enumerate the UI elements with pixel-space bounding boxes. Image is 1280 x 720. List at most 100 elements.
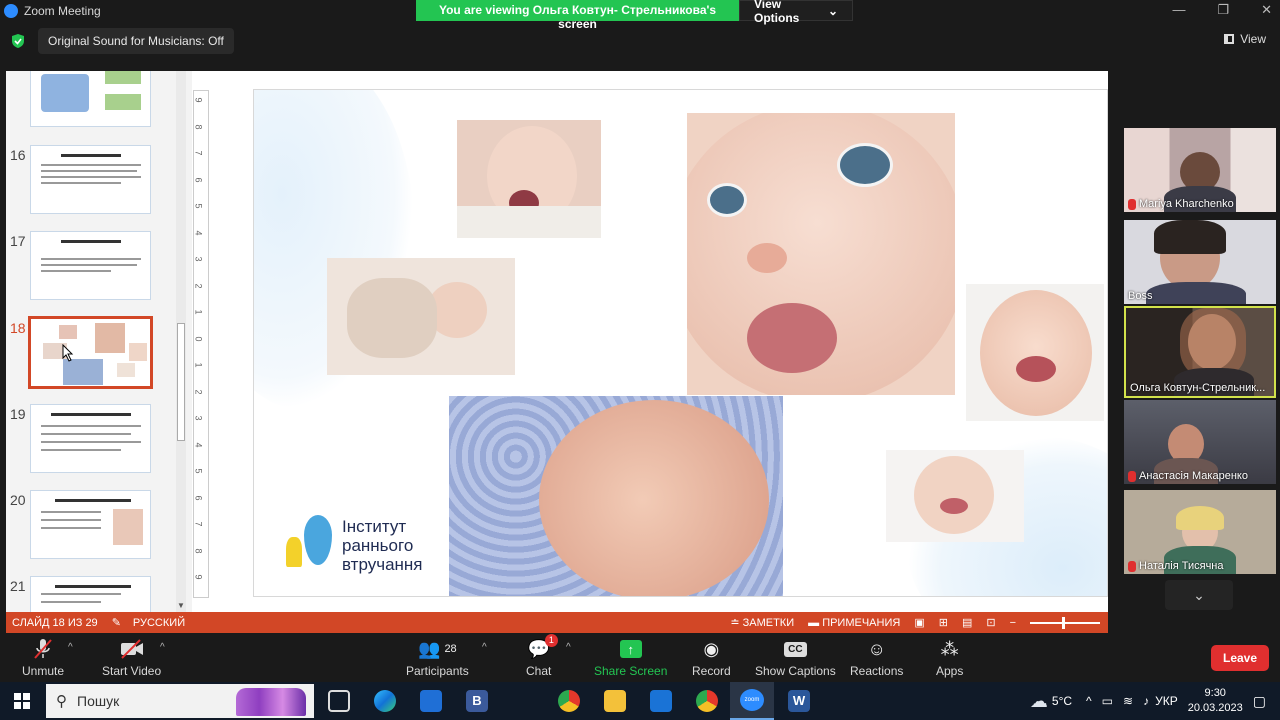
view-button[interactable]: View [1224,32,1266,46]
windows-start-icon[interactable] [14,693,30,709]
baby-photo-tongue [687,113,955,395]
taskbar-clock[interactable]: 9:30 20.03.2023 [1188,686,1243,716]
gallery-next-button[interactable]: ⌄ [1165,580,1233,610]
reading-view-icon[interactable]: ▤ [962,616,972,629]
zoom-out-icon[interactable]: − [1010,617,1016,629]
participants-icon: 👥 28 [418,638,457,659]
participant-tile[interactable]: Анастасія Макаренко [1124,400,1276,484]
apps-button[interactable]: ⁂ Apps [936,638,963,679]
spellcheck-icon[interactable]: ✎ [112,616,121,629]
unmute-button[interactable]: Unmute [22,638,64,678]
ruler-number: 2 [193,388,204,395]
muted-mic-icon [1128,470,1136,482]
baby-photo-laughing [966,284,1104,421]
thumb-text-line [41,511,101,513]
original-sound-button[interactable]: Original Sound for Musicians: Off [38,28,234,54]
ms-store-icon[interactable] [420,690,442,712]
language-indicator[interactable]: РУССКИЙ [133,617,185,629]
slide-thumbnail[interactable]: 16 [6,145,176,217]
slideshow-icon[interactable]: ⊡ [986,616,995,629]
scrollbar-thumb[interactable] [177,323,185,441]
search-highlight-flowers-icon [236,688,306,716]
start-video-button[interactable]: Start Video [102,638,161,678]
participants-options-caret[interactable]: ^ [482,642,487,653]
slide-thumbnail[interactable]: 20 [6,490,176,562]
notifications-icon[interactable]: ▢ [1253,693,1266,710]
zoom-taskbar-item[interactable]: zoom [730,682,774,720]
wifi-icon[interactable]: ≋ [1123,694,1133,708]
ruler-number: 2 [193,282,204,289]
slide-canvas: Інститут раннього втручання [253,89,1108,597]
show-captions-button[interactable]: CC Show Captions [755,638,836,678]
comments-button[interactable]: ▬ ПРИМЕЧАНИЯ [808,617,900,629]
task-view-icon[interactable] [328,690,350,712]
chat-options-caret[interactable]: ^ [566,642,571,653]
record-button[interactable]: ◉ Record [692,638,731,679]
close-icon[interactable]: ✕ [1261,2,1272,18]
record-icon: ◉ [703,638,720,659]
share-screen-button[interactable]: ↑ Share Screen [594,638,667,678]
ruler-number: 7 [193,150,204,156]
chat-button[interactable]: 💬 1 Chat [526,634,558,678]
participant-tile[interactable]: Mariya Kharchenko [1124,128,1276,212]
app-b-icon[interactable]: B [466,690,488,712]
slide-thumbnail[interactable]: 21 [6,576,176,612]
thumb-text-line [41,170,137,172]
thumb-text-line [41,164,141,166]
leave-button[interactable]: Leave [1211,645,1269,671]
slide-number: 21 [10,578,26,594]
taskbar-search-box[interactable]: ⚲ Пошук [46,684,314,718]
record-label: Record [692,664,731,678]
participant-tile-active[interactable]: Ольга Ковтун-Стрельник... [1124,306,1276,398]
slide-number: 16 [10,147,26,163]
reactions-button[interactable]: ☺ Reactions [850,638,903,679]
slide-thumbnail[interactable] [6,71,176,143]
slide-thumbnail-preview [30,231,151,300]
participant-tile[interactable]: Наталія Тисячна [1124,490,1276,574]
video-options-caret[interactable]: ^ [160,642,165,653]
weather-cloud-icon[interactable]: ☁ [1030,691,1048,712]
view-options-button[interactable]: View Options ⌄ [739,0,853,25]
battery-icon[interactable]: ▭ [1102,694,1113,708]
shield-icon[interactable] [12,34,24,48]
participant-name: Ольга Ковтун-Стрельник... [1130,382,1265,394]
scroll-down-icon[interactable]: ▼ [177,601,185,610]
thumb-text-line [41,258,141,260]
slide-thumbnail-active[interactable]: 18 [6,316,176,390]
slide-thumbnail-preview [30,145,151,214]
restore-icon[interactable]: ❐ [1217,2,1229,18]
slide-thumbnail[interactable]: 17 [6,231,176,303]
file-explorer-icon[interactable] [604,690,626,712]
chrome-profile-icon[interactable] [696,690,718,712]
temperature[interactable]: 5°C [1052,694,1072,708]
chrome-icon[interactable] [558,690,580,712]
thumb-text-line [41,425,141,427]
slide-thumbnail[interactable]: 19 [6,404,176,476]
word-icon[interactable]: W [788,690,810,712]
chevron-down-icon: ⌄ [827,3,838,18]
logo-drop-shape [304,515,332,565]
chat-label: Chat [526,664,552,678]
viewing-banner-text: You are viewing Ольга Ковтун- Стрельнико… [416,0,739,31]
audio-options-caret[interactable]: ^ [68,642,73,653]
thumb-shape [105,94,141,110]
minimize-icon[interactable]: — [1172,2,1185,18]
thumb-title-line [51,413,131,416]
edge-browser-icon[interactable] [374,690,396,712]
thumbnails-scrollbar[interactable]: ▼ [176,71,186,612]
tray-overflow-icon[interactable]: ^ [1086,694,1092,708]
participant-tile[interactable]: Boss [1124,220,1276,304]
ruler-number: 1 [193,309,204,315]
mail-icon[interactable] [650,690,672,712]
notes-button[interactable]: ≐ ЗАМЕТКИ [730,616,794,629]
participants-button[interactable]: 👥 28 Participants [406,638,469,679]
ruler-number: 3 [193,256,204,262]
slide-sorter-icon[interactable]: ⊞ [939,616,948,629]
ruler-number: 0 [193,335,204,342]
keyboard-language[interactable]: УКР [1155,694,1178,708]
notes-label: ЗАМЕТКИ [742,617,795,629]
normal-view-icon[interactable]: ▣ [914,616,924,629]
zoom-slider[interactable] [1030,616,1100,629]
volume-icon[interactable]: ♪ [1143,694,1149,708]
statusbar-right: ≐ ЗАМЕТКИ ▬ ПРИМЕЧАНИЯ ▣ ⊞ ▤ ⊡ − [730,612,1108,633]
